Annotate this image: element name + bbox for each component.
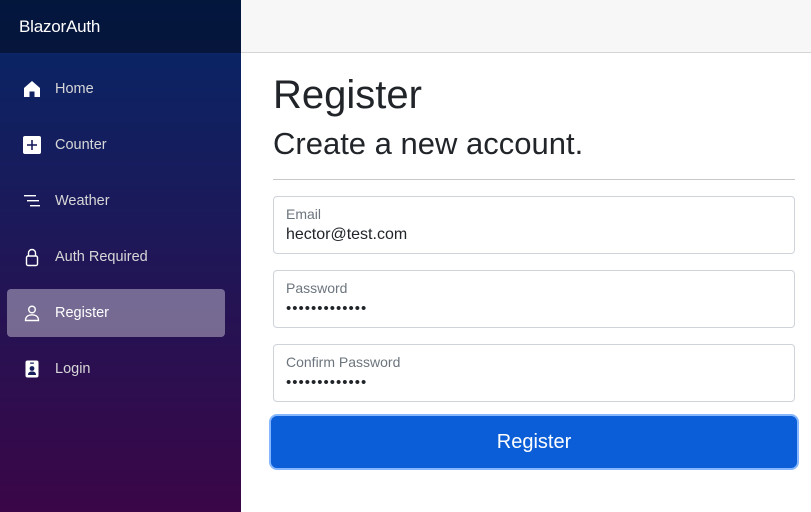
main-content: Register Create a new account. Email hec…	[271, 53, 797, 468]
sidebar-item-counter[interactable]: Counter	[7, 121, 225, 169]
sidebar-item-label: Login	[55, 361, 91, 377]
lock-icon	[22, 247, 42, 267]
email-input[interactable]: hector@test.com	[286, 225, 782, 244]
password-label: Password	[286, 280, 348, 296]
brand-bar: BlazorAuth	[0, 0, 241, 53]
sidebar-item-label: Weather	[55, 193, 110, 209]
email-label: Email	[286, 206, 322, 222]
sidebar-item-login[interactable]: Login	[7, 345, 225, 393]
register-button[interactable]: Register	[271, 416, 797, 468]
sidebar-item-register[interactable]: Register	[7, 289, 225, 337]
top-bar	[241, 0, 811, 53]
password-field[interactable]: Password •••••••••••••	[273, 270, 795, 328]
sidebar-item-label: Register	[55, 305, 109, 321]
confirm-password-label: Confirm Password	[286, 354, 401, 370]
sidebar: BlazorAuth Home Counter Weather Auth Req…	[0, 0, 241, 512]
sidebar-item-label: Counter	[55, 137, 107, 153]
plus-square-icon	[22, 135, 42, 155]
nav-menu: Home Counter Weather Auth Required Regis…	[0, 53, 241, 393]
page-title: Register	[273, 73, 422, 117]
sidebar-item-weather[interactable]: Weather	[7, 177, 225, 225]
sidebar-item-auth-required[interactable]: Auth Required	[7, 233, 225, 281]
person-badge-icon	[22, 359, 42, 379]
person-icon	[22, 303, 42, 323]
password-input[interactable]: •••••••••••••	[286, 299, 782, 318]
sidebar-item-label: Auth Required	[55, 249, 148, 265]
page-subtitle: Create a new account.	[273, 126, 584, 161]
confirm-password-field[interactable]: Confirm Password •••••••••••••	[273, 344, 795, 402]
sidebar-item-home[interactable]: Home	[7, 65, 225, 113]
house-icon	[22, 79, 42, 99]
brand-link[interactable]: BlazorAuth	[19, 17, 100, 37]
divider	[273, 179, 795, 180]
list-lines-icon	[22, 191, 42, 211]
confirm-password-input[interactable]: •••••••••••••	[286, 373, 782, 392]
sidebar-item-label: Home	[55, 81, 94, 97]
email-field[interactable]: Email hector@test.com	[273, 196, 795, 254]
